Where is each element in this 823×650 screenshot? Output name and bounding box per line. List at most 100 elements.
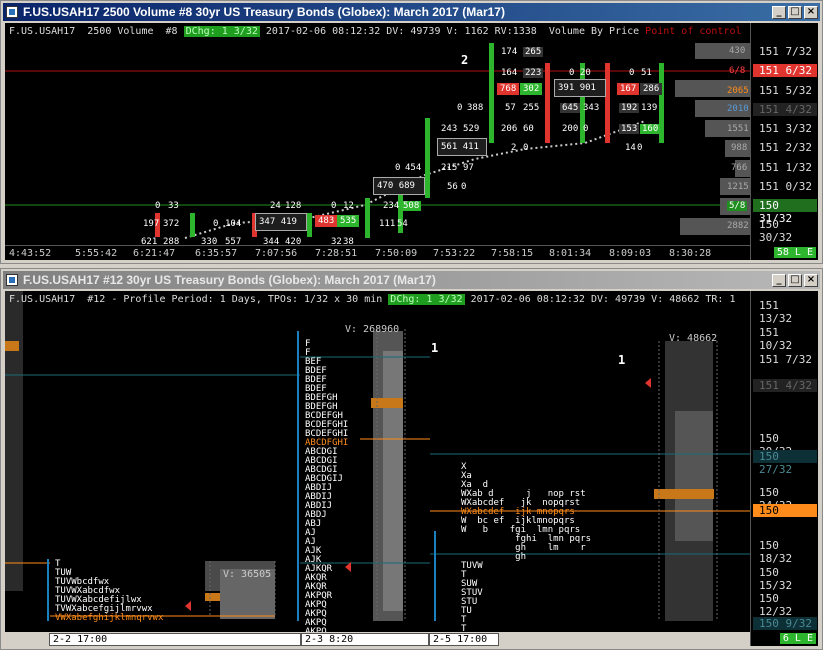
tpo-row: T — [461, 615, 467, 625]
cell: 200 — [562, 124, 579, 134]
chart-header: F.US.USAH17 2500 Volume #8 DChg: 1 3/32 … — [9, 26, 742, 37]
cell: 343 — [583, 103, 600, 113]
time-tick: 7:50:09 — [375, 248, 418, 259]
cell: 768 — [497, 83, 520, 95]
tpo-row: STU — [461, 597, 478, 607]
cell: 54 — [397, 219, 408, 229]
vbp-number: 2065 — [727, 86, 749, 96]
chart-marker: 2 — [461, 53, 469, 67]
point-of-control-label: Point of control — [645, 26, 742, 37]
title-bar[interactable]: F.US.USAH17 #12 30yr US Treasury Bonds (… — [3, 271, 820, 289]
time-axis: 4:43:52 5:55:42 6:21:47 6:35:57 7:07:56 … — [5, 245, 750, 260]
cell: 215 — [441, 163, 458, 173]
time-tick: 7:58:15 — [491, 248, 534, 259]
volume-chart-window[interactable]: F.US.USAH17 2500 Volume #8 30yr US Treas… — [0, 0, 823, 264]
live-indicator: 6 L E — [779, 633, 816, 644]
tpo-row: VWXabefghijklmnqrvwx — [55, 613, 164, 623]
price-label-highlight: 151 4/32 — [753, 103, 817, 116]
price-label-highlight: 150 27/32 — [753, 450, 817, 476]
cell: 901 — [579, 83, 596, 93]
price-label: 150 15/32 — [759, 566, 793, 592]
time-tick: 8:30:28 — [669, 248, 712, 259]
cell: 388 — [467, 103, 484, 113]
price-label-highlight: 151 6/32 — [753, 64, 817, 77]
vbp-number: 2010 — [727, 104, 749, 114]
vbp-number: 988 — [731, 143, 748, 153]
tpo-row: X — [461, 462, 467, 472]
price-label-highlight: 150 31/32 — [753, 199, 817, 225]
price-label: 151 7/32 — [759, 353, 812, 366]
time-tick: 8:09:03 — [609, 248, 652, 259]
price-label: 150 18/32 — [759, 539, 793, 565]
value-box: 561 411 — [437, 138, 487, 156]
cell: 286 — [640, 83, 663, 95]
cell: 0 — [629, 68, 635, 78]
cell: 12 — [343, 201, 354, 211]
cell: 0 — [395, 163, 401, 173]
maximize-button[interactable]: □ — [788, 274, 802, 287]
close-button[interactable]: × — [804, 6, 818, 19]
vbp-number: 5/8 — [727, 201, 748, 211]
minimize-button[interactable]: _ — [772, 6, 786, 19]
cell: 234 — [383, 201, 400, 211]
session-date-label: 2-5 17:00 — [429, 633, 499, 646]
title-bar[interactable]: F.US.USAH17 2500 Volume #8 30yr US Treas… — [3, 3, 820, 21]
cell: 302 — [520, 83, 543, 95]
price-label-highlight: 150 9/32 — [753, 617, 817, 630]
session-marker: 1 — [618, 353, 626, 367]
tpo-row: T — [461, 570, 467, 580]
price-label: 151 2/32 — [759, 141, 812, 154]
cell: 51 — [641, 68, 652, 78]
close-button[interactable]: × — [804, 274, 818, 287]
session-volume: V: 36505 — [223, 569, 272, 580]
time-tick: 7:28:51 — [315, 248, 358, 259]
cell: 223 — [523, 68, 544, 78]
chart-area[interactable]: F.US.USAH17 #12 - Profile Period: 1 Days… — [5, 291, 818, 646]
tpo-chart-window[interactable]: F.US.USAH17 #12 30yr US Treasury Bonds (… — [0, 268, 823, 650]
price-label-highlight: 150 22/32 — [753, 504, 817, 530]
price-label-highlight: 151 4/32 — [753, 379, 817, 392]
session-volume: V: 268960 — [345, 324, 400, 335]
vbp-number: 1551 — [727, 124, 749, 134]
cell: 372 — [163, 219, 180, 229]
header-stats: 2017-02-06 08:12:32 DV: 49739 V: 1162 RV… — [259, 26, 646, 37]
time-tick: 7:07:56 — [255, 248, 298, 259]
price-axis[interactable]: 151 13/32 151 10/32 151 7/32 151 4/32 15… — [751, 291, 818, 646]
cell: 0 — [461, 182, 467, 192]
cell: 689 — [398, 181, 415, 191]
chart-plot[interactable]: F.US.USAH17 #12 - Profile Period: 1 Days… — [5, 291, 751, 646]
cell: 454 — [405, 163, 422, 173]
chart-icon — [6, 274, 18, 286]
header-profile-info: F.US.USAH17 #12 - Profile Period: 1 Days… — [9, 294, 389, 305]
chart-plot[interactable]: F.US.USAH17 2500 Volume #8 DChg: 1 3/32 … — [5, 23, 751, 260]
cell: 111 — [379, 219, 396, 229]
cell: 60 — [523, 124, 534, 134]
vbp-number: 766 — [731, 163, 748, 173]
live-indicator: 58 L E — [773, 247, 816, 258]
minimize-button[interactable]: _ — [772, 274, 786, 287]
chart-area[interactable]: F.US.USAH17 2500 Volume #8 DChg: 1 3/32 … — [5, 23, 818, 260]
window-title: F.US.USAH17 #12 30yr US Treasury Bonds (… — [23, 273, 436, 287]
tpo-row: TUVW — [461, 561, 483, 571]
cell: 243 — [441, 124, 458, 134]
session-date-label: 2-2 17:00 — [49, 633, 301, 646]
time-tick: 5:55:42 — [75, 248, 118, 259]
date-axis: 2-2 17:00 2-3 8:20 2-5 17:00 — [5, 632, 750, 646]
cell: 2 — [511, 143, 517, 153]
maximize-button[interactable]: □ — [788, 6, 802, 19]
tpo-profile-1: T TUW TUVWbcdfwx TUVWXabcdfwx TUVWXabcdefijl… — [55, 560, 163, 623]
cell: 20 — [580, 68, 591, 78]
vbp-number: 1215 — [727, 182, 749, 192]
price-label: 150 30/32 — [759, 218, 793, 244]
tpo-row: STUV — [461, 588, 483, 598]
header-symbol: F.US.USAH17 2500 Volume #8 — [9, 26, 184, 37]
price-label: 151 5/32 — [759, 84, 812, 97]
price-axis[interactable]: 151 7/32 151 6/32 151 5/32 151 4/32 151 … — [751, 23, 818, 260]
cell: 139 — [641, 103, 658, 113]
daily-change-badge: DChg: 1 3/32 — [183, 26, 260, 37]
time-tick: 7:53:22 — [433, 248, 476, 259]
value-box: 470 689 — [373, 177, 425, 195]
header-stats: 2017-02-06 08:12:32 DV: 49739 V: 48662 T… — [464, 294, 736, 305]
cell: 57 — [505, 103, 516, 113]
price-label: 151 0/32 — [759, 180, 812, 193]
